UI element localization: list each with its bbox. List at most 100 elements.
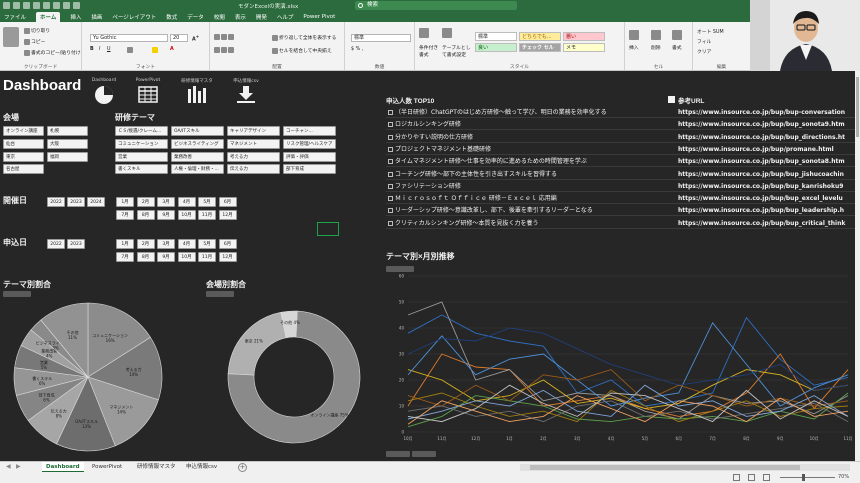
month-option[interactable]: 5月 [198,239,216,249]
theme-option[interactable]: コーチャン... [283,126,336,136]
venue-option[interactable]: 福岡 [47,151,88,162]
merge-center-button[interactable]: セルを結合して中央揃え [272,47,332,54]
expand-icon[interactable] [388,159,393,165]
theme-option[interactable]: コミュニケーション [115,138,168,149]
ribbon-tab-6[interactable]: データ [187,13,204,21]
month-option[interactable]: 7月 [116,252,134,262]
bold-button[interactable]: B [90,47,94,52]
ribbon-tab-3[interactable]: 描画 [91,13,102,21]
ribbon-tab-2[interactable]: 挿入 [70,13,81,21]
style-normal[interactable]: 標準 [475,32,517,41]
vertical-scrollbar[interactable] [855,71,860,461]
theme-option[interactable]: 営業 [115,151,168,162]
table-row[interactable]: コーチング研修～部下の主体性を引き出すスキルを習得する https://www.i… [386,169,855,180]
font-color-button[interactable]: A [170,47,174,52]
table-row[interactable]: タイムマネジメント研修～仕事を効率的に進めるための時間管理を学ぶ https://… [386,156,855,168]
course-url[interactable]: https://www.insource.co.jp/bup/bup-conve… [678,107,855,118]
ribbon-tab-4[interactable]: ページレイアウト [112,13,156,21]
table-row[interactable]: 分かりやすい説明の仕方研修 https://www.insource.co.jp/… [386,132,855,143]
font-name-combo[interactable]: Yu Gothic [90,34,168,42]
theme-option[interactable]: 書くスキル [115,164,168,175]
year-option[interactable]: 2024 [87,197,105,207]
border-button[interactable] [127,47,134,54]
style-note[interactable]: メモ [563,43,605,52]
style-check-cell[interactable]: チェック セル [519,43,561,52]
theme-option[interactable]: 人権・倫理・財務・... [171,164,224,175]
style-bad[interactable]: 悪い [563,32,605,41]
venue-option[interactable]: 仙台 [3,138,44,149]
month-option[interactable]: 8月 [136,252,155,262]
style-good[interactable]: 良い [475,43,517,52]
month-option[interactable]: 10月 [177,252,196,262]
fill-color-button[interactable] [152,47,159,54]
fill-button[interactable]: フィル [697,38,711,45]
align-top-button[interactable] [214,34,235,41]
table-row[interactable]: ファシリテーション研修 https://www.insource.co.jp/bu… [386,181,855,192]
redo-icon[interactable] [43,2,50,9]
series-line[interactable] [407,327,849,391]
theme-option[interactable]: 伝える力 [227,164,280,175]
ribbon-tab-10[interactable]: ヘルプ [277,13,294,21]
insert-cells-button[interactable] [629,30,640,40]
course-url[interactable]: https://www.insource.co.jp/bup/bup_direc… [678,132,855,143]
page-layout-icon[interactable] [748,474,755,481]
scroll-tabs-left-icon[interactable]: ◀ [6,463,11,470]
number-format-combo[interactable]: 標準 [351,34,411,42]
wrap-text-button[interactable]: 折り返して全体を表示する [272,34,336,41]
month-option[interactable]: 6月 [218,239,237,249]
scroll-tabs-right-icon[interactable]: ▶ [16,463,21,470]
month-option[interactable]: 2月 [136,239,155,249]
course-url[interactable]: https://www.insource.co.jp/bup/bup_kanri… [678,181,855,192]
filter-icon[interactable] [23,2,30,9]
theme-option[interactable]: OA/ITスキル [171,126,224,136]
expand-icon[interactable] [388,171,393,177]
theme-option[interactable]: 部下育成 [283,164,336,175]
pie-chart-icon[interactable] [94,85,114,105]
zoom-thumb[interactable] [802,474,805,481]
month-option[interactable]: 9月 [157,252,175,262]
pie-field-chip[interactable] [3,291,31,297]
ribbon-tab-0[interactable]: ファイル [4,13,26,21]
month-option[interactable]: 3月 [157,197,175,207]
page-break-icon[interactable] [763,474,770,481]
expand-icon[interactable] [388,122,393,128]
month-option[interactable]: 12月 [218,252,237,262]
year-option[interactable]: 2022 [47,239,65,249]
table-row[interactable]: プロジェクトマネジメント基礎研修 https://www.insource.co.… [386,144,855,155]
year-option[interactable]: 2023 [67,197,85,207]
grid-icon[interactable] [63,2,70,9]
month-option[interactable]: 5月 [198,197,216,207]
expand-icon[interactable] [388,208,393,214]
percent-button[interactable]: $ % , [351,47,363,52]
autosum-button[interactable]: オート SUM [697,28,724,35]
paste-button[interactable] [3,27,19,47]
horizontal-scrollbar[interactable] [520,464,850,471]
ribbon-tab-11[interactable]: Power Pivot [303,14,335,20]
expand-icon[interactable] [388,196,393,202]
expand-icon[interactable] [388,146,393,152]
clear-button[interactable]: クリア [697,48,711,55]
ribbon-tab-8[interactable]: 表示 [235,13,246,21]
theme-option[interactable]: マネジメント [227,138,280,149]
normal-view-icon[interactable] [733,474,740,481]
underline-button[interactable]: U [107,47,111,52]
ribbon-tab-7[interactable]: 校閲 [214,13,225,21]
theme-option[interactable]: キャリアデザイン [227,126,280,136]
theme-option[interactable]: ビジネスライティング [171,138,224,149]
copy-button[interactable]: コピー [24,38,45,45]
italic-button[interactable]: I [99,47,100,52]
download-icon[interactable] [236,85,256,104]
venue-option[interactable]: 名古屋 [3,164,44,175]
theme-option[interactable]: 評価・評価 [283,151,336,162]
table-icon[interactable] [138,86,158,103]
undo-icon[interactable] [33,2,40,9]
course-url[interactable]: https://www.insource.co.jp/bup/promane.h… [678,144,855,155]
filter-dropdown-icon[interactable] [668,96,675,103]
scroll-thumb[interactable] [856,77,859,137]
month-option[interactable]: 2月 [136,197,155,207]
month-option[interactable]: 6月 [218,197,237,207]
course-url[interactable]: https://www.insource.co.jp/bup/bup_jishu… [678,169,855,180]
h-scroll-thumb[interactable] [530,465,800,470]
course-url[interactable]: https://www.insource.co.jp/bup/bup_sonot… [678,156,855,167]
month-option[interactable]: 3月 [157,239,175,249]
